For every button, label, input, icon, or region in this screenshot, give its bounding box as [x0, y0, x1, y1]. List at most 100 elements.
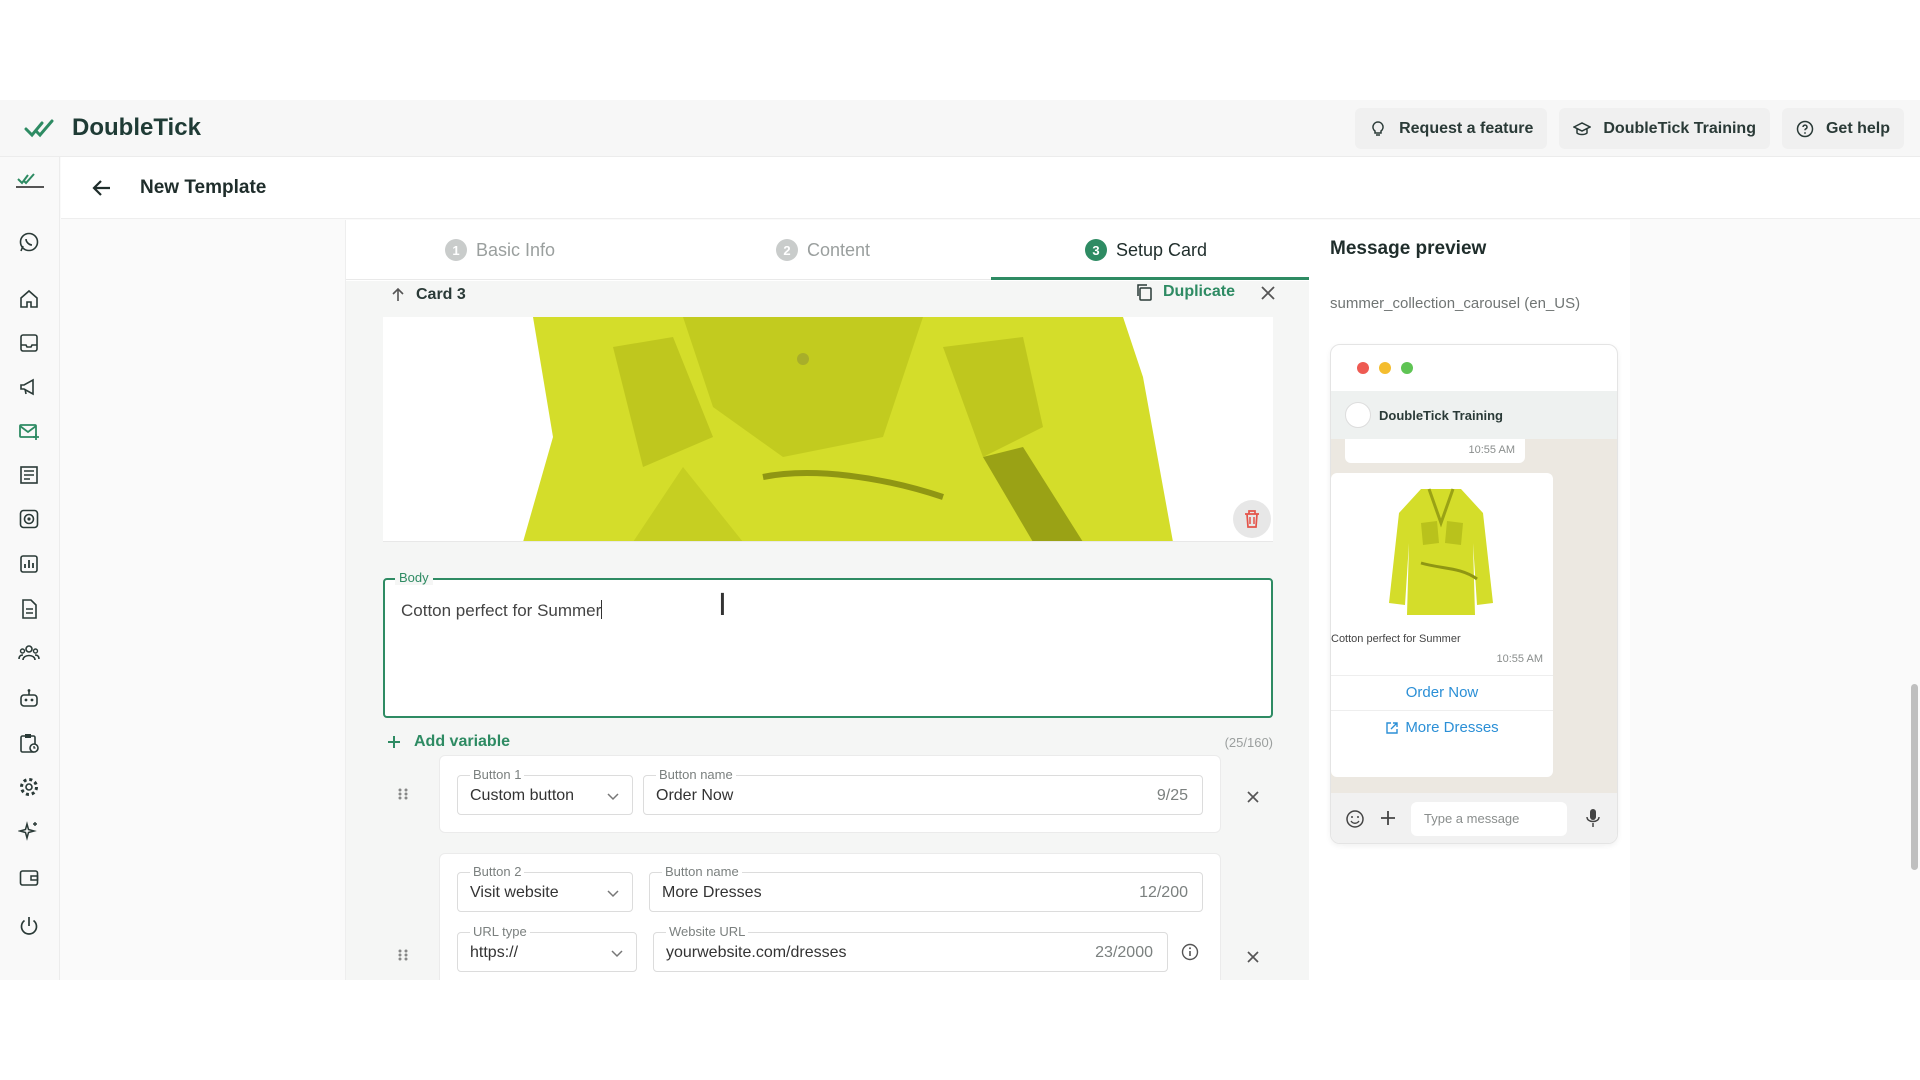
emoji-icon[interactable]: [1345, 809, 1365, 829]
wallet-icon: [19, 870, 39, 886]
button-2-name-input[interactable]: Button name More Dresses 12/200: [649, 864, 1203, 912]
delete-image-button[interactable]: [1233, 500, 1271, 538]
close-icon[interactable]: [1258, 283, 1278, 303]
button-2-type-label: Button 2: [470, 864, 525, 879]
add-variable-button[interactable]: Add variable: [386, 733, 510, 751]
sidebar-item-campaigns[interactable]: [17, 507, 41, 531]
sidebar-item-tasks[interactable]: [17, 731, 41, 755]
jacket-thumbnail: [1389, 488, 1493, 615]
preview-title: Message preview: [1330, 238, 1487, 259]
scrollbar[interactable]: [1911, 684, 1918, 870]
sidebar-item-settings[interactable]: [17, 775, 41, 799]
sidebar-item-analytics[interactable]: [17, 552, 41, 576]
plus-icon: [388, 736, 400, 748]
help-circle-icon: [1796, 120, 1814, 137]
target-icon: [19, 509, 39, 529]
message-time: 10:55 AM: [1468, 444, 1515, 456]
button-1-type-label: Button 1: [470, 767, 525, 782]
carousel-card-bubble: Cotton perfect for Summer 10:55 AM Order…: [1331, 473, 1553, 777]
message-input[interactable]: Type a message: [1411, 802, 1567, 836]
sidebar-item-templates[interactable]: [17, 419, 41, 443]
stepper: 1 Basic Info 2 Content 3 Setup Card: [346, 220, 1309, 280]
button-1-type-value: Custom button: [470, 787, 575, 804]
clipboard-icon: [20, 734, 39, 753]
website-url-label: Website URL: [666, 924, 749, 939]
sidebar-item-ai[interactable]: [17, 819, 41, 843]
back-arrow-icon[interactable]: [91, 177, 113, 199]
get-help-button[interactable]: Get help: [1781, 108, 1904, 149]
button-2-name-value: More Dresses: [662, 884, 762, 901]
request-feature-button[interactable]: Request a feature: [1355, 108, 1548, 149]
step-label: Basic Info: [476, 239, 556, 260]
drag-handle-icon[interactable]: [396, 787, 410, 801]
chat-area: 10:55 AM Cotton perfect for Summer 10:55…: [1331, 439, 1617, 793]
sidebar-item-team[interactable]: [17, 641, 41, 665]
website-url-input[interactable]: Website URL yourwebsite.com/dresses 23/2…: [653, 924, 1168, 972]
brand-name: DoubleTick: [72, 114, 201, 141]
step-basic-info[interactable]: 1 Basic Info: [445, 220, 555, 280]
button-1-name-input[interactable]: Button name Order Now 9/25: [643, 767, 1203, 815]
sidebar-item-whatsapp[interactable]: [17, 230, 41, 254]
microphone-icon[interactable]: [1584, 808, 1602, 828]
arrow-up-icon[interactable]: [390, 287, 406, 303]
remove-button-2-icon[interactable]: [1244, 948, 1262, 966]
company-logo-icon[interactable]: [14, 171, 46, 191]
team-icon: [18, 645, 40, 661]
card-caption: Cotton perfect for Summer: [1331, 633, 1461, 645]
chat-name: DoubleTick Training: [1379, 407, 1504, 423]
double-check-logo-icon: [24, 119, 54, 138]
training-button[interactable]: DoubleTick Training: [1559, 108, 1770, 149]
lightbulb-icon: [1372, 120, 1384, 136]
close-dot: [1357, 362, 1369, 374]
sidebar-item-wallet[interactable]: [17, 866, 41, 890]
url-type-label: URL type: [470, 924, 530, 939]
drag-handle-icon[interactable]: [396, 948, 410, 962]
sidebar-item-catalog[interactable]: [17, 463, 41, 487]
button-2-type-select[interactable]: Button 2 Visit website: [457, 864, 633, 912]
step-setup-card[interactable]: 3 Setup Card: [1085, 220, 1207, 280]
minimize-dot: [1379, 362, 1391, 374]
sidebar-item-logout[interactable]: [17, 914, 41, 938]
website-url-value: yourwebsite.com/dresses: [666, 944, 847, 961]
chat-input-bar: Type a message: [1331, 793, 1617, 843]
preview-order-now-button[interactable]: Order Now: [1331, 675, 1553, 709]
bot-icon: [20, 689, 38, 707]
inbox-icon: [20, 334, 38, 352]
previous-message-bubble: 10:55 AM: [1345, 439, 1525, 463]
duplicate-button[interactable]: Duplicate: [1135, 283, 1235, 301]
sidebar-item-inbox[interactable]: [17, 331, 41, 355]
add-variable-label: Add variable: [414, 733, 511, 750]
card-image: [383, 317, 1273, 542]
body-textarea[interactable]: Body Cotton perfect for Summer I: [383, 570, 1273, 718]
step-label: Setup Card: [1116, 239, 1208, 260]
sidebar-item-bots[interactable]: [17, 686, 41, 710]
text-caret: [601, 600, 603, 619]
remove-button-1-icon[interactable]: [1244, 788, 1262, 806]
button-2-name-counter: 12/200: [1139, 884, 1188, 901]
step-content[interactable]: 2 Content: [776, 220, 870, 280]
sidebar-item-home[interactable]: [17, 287, 41, 311]
request-feature-label: Request a feature: [1399, 119, 1534, 137]
step-label: Content: [807, 239, 871, 260]
sidebar: [0, 157, 60, 980]
trash-icon: [1245, 510, 1259, 528]
template-name: summer_collection_carousel (en_US): [1330, 295, 1581, 312]
sidebar-item-broadcast[interactable]: [17, 375, 41, 399]
brand[interactable]: DoubleTick: [24, 114, 201, 142]
preview-more-dresses-button[interactable]: More Dresses: [1331, 710, 1553, 744]
get-help-label: Get help: [1825, 119, 1890, 137]
url-type-select[interactable]: URL type https://: [457, 924, 637, 972]
training-label: DoubleTick Training: [1603, 119, 1756, 137]
plus-icon[interactable]: [1379, 809, 1397, 827]
home-icon: [20, 289, 38, 308]
info-icon[interactable]: [1181, 943, 1199, 961]
chat-header: DoubleTick Training: [1331, 391, 1617, 439]
top-bar: DoubleTick Request a feature DoubleTick …: [0, 100, 1920, 157]
step-number: 2: [776, 239, 798, 261]
copy-icon: [1137, 284, 1152, 301]
button-2-name-label: Button name: [662, 864, 742, 879]
button-1-type-select[interactable]: Button 1 Custom button: [457, 767, 633, 815]
sidebar-item-documents[interactable]: [17, 597, 41, 621]
body-char-counter: (25/160): [1224, 735, 1273, 750]
catalog-icon: [20, 466, 38, 484]
